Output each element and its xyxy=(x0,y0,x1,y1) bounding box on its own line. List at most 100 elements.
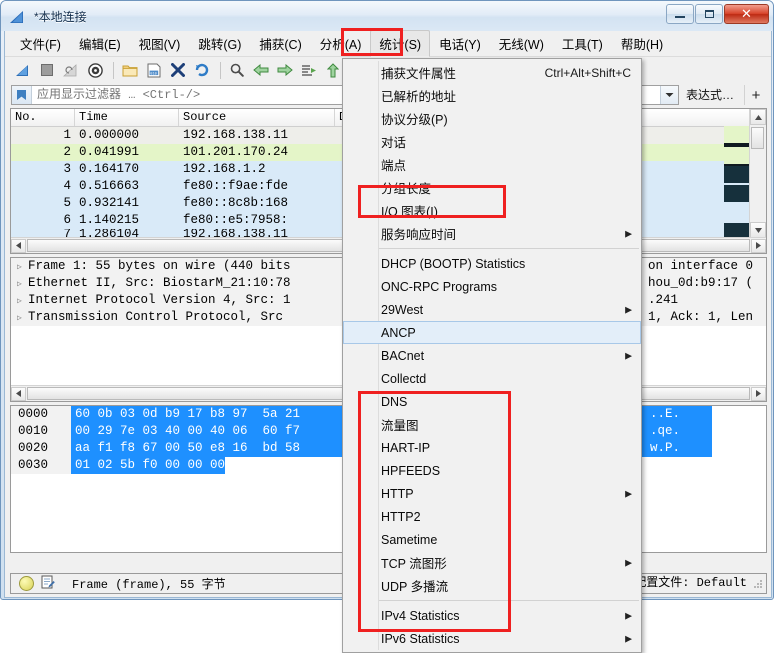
cell-time: 0.932141 xyxy=(75,195,179,212)
window-controls: ✕ xyxy=(665,4,769,24)
resize-grip-icon[interactable] xyxy=(751,577,764,590)
column-header-no[interactable]: No. xyxy=(11,109,75,126)
menu-item-13[interactable]: Collectd xyxy=(343,367,641,390)
minimize-button[interactable] xyxy=(666,4,694,24)
menu-separator xyxy=(379,248,639,249)
capture-file-comment-icon[interactable] xyxy=(41,575,55,592)
restart-capture-icon[interactable] xyxy=(60,59,82,81)
scroll-down-arrow-icon[interactable] xyxy=(750,222,766,238)
capture-options-icon[interactable] xyxy=(84,59,106,81)
menu-go[interactable]: 跳转(G) xyxy=(189,30,250,57)
submenu-arrow-icon: ▶ xyxy=(625,304,632,315)
start-capture-shark-fin-icon[interactable] xyxy=(12,59,34,81)
menu-item-15[interactable]: 流量图 xyxy=(343,413,641,436)
statistics-dropdown-menu[interactable]: 捕获文件属性Ctrl+Alt+Shift+C已解析的地址协议分级(P)对话端点分… xyxy=(342,58,642,653)
menu-item-10[interactable]: 29West▶ xyxy=(343,298,641,321)
cell-no: 3 xyxy=(11,161,75,178)
chevron-down-icon[interactable] xyxy=(660,86,678,104)
menu-item-label: HART-IP xyxy=(381,441,430,455)
menu-item-7[interactable]: 服务响应时间▶ xyxy=(343,222,641,245)
triangle-right-icon[interactable]: ▷ xyxy=(17,276,28,293)
menu-item-22[interactable]: UDP 多播流 xyxy=(343,574,641,597)
maximize-button[interactable] xyxy=(695,4,723,24)
column-header-time[interactable]: Time xyxy=(75,109,179,126)
menu-item-label: HTTP2 xyxy=(381,510,421,524)
scroll-up-arrow-icon[interactable] xyxy=(750,109,766,125)
menu-item-0[interactable]: 捕获文件属性Ctrl+Alt+Shift+C xyxy=(343,61,641,84)
menu-item-14[interactable]: DNS xyxy=(343,390,641,413)
menu-view[interactable]: 视图(V) xyxy=(130,30,190,57)
filter-bookmark-icon[interactable] xyxy=(12,86,32,104)
menu-item-6[interactable]: I/O 图表(I) xyxy=(343,199,641,222)
scrollbar-thumb[interactable] xyxy=(751,127,764,149)
cell-time: 0.516663 xyxy=(75,178,179,195)
packet-list-vertical-scrollbar[interactable] xyxy=(749,109,766,238)
cell-source: 192.168.138.11 xyxy=(179,127,335,144)
maximize-icon xyxy=(705,10,714,18)
find-packet-magnifier-icon[interactable] xyxy=(226,59,248,81)
save-file-icon[interactable]: 010 xyxy=(143,59,165,81)
scroll-left-arrow-icon[interactable] xyxy=(11,239,26,253)
menu-item-label: I/O 图表(I) xyxy=(381,201,438,220)
submenu-arrow-icon: ▶ xyxy=(625,350,632,361)
menu-telephony[interactable]: 电话(Y) xyxy=(430,30,490,57)
menu-item-2[interactable]: 协议分级(P) xyxy=(343,107,641,130)
triangle-right-icon[interactable]: ▷ xyxy=(17,259,28,276)
menu-statistics[interactable]: 统计(S) xyxy=(370,30,430,57)
open-file-folder-icon[interactable] xyxy=(119,59,141,81)
menu-item-3[interactable]: 对话 xyxy=(343,130,641,153)
menu-item-23[interactable]: IPv4 Statistics▶ xyxy=(343,604,641,627)
menu-item-9[interactable]: ONC-RPC Programs xyxy=(343,275,641,298)
go-to-packet-icon[interactable] xyxy=(298,59,320,81)
menu-edit[interactable]: 编辑(E) xyxy=(70,30,130,57)
menu-item-20[interactable]: Sametime xyxy=(343,528,641,551)
go-first-packet-icon[interactable] xyxy=(322,59,344,81)
menu-bar: 文件(F) 编辑(E) 视图(V) 跳转(G) 捕获(C) 分析(A) 统计(S… xyxy=(5,31,771,57)
menu-wireless[interactable]: 无线(W) xyxy=(490,30,553,57)
cell-time: 0.164170 xyxy=(75,161,179,178)
menu-item-18[interactable]: HTTP▶ xyxy=(343,482,641,505)
profile-label[interactable]: 配置文件: Default xyxy=(625,574,751,593)
detail-text: Ethernet II, Src: BiostarM_21:10:78 xyxy=(28,276,291,290)
go-back-arrow-icon[interactable] xyxy=(250,59,272,81)
triangle-right-icon[interactable]: ▷ xyxy=(17,293,28,310)
cell-no: 5 xyxy=(11,195,75,212)
menu-help[interactable]: 帮助(H) xyxy=(612,30,672,57)
scroll-left-arrow-icon[interactable] xyxy=(11,387,26,401)
filter-add-button[interactable]: + xyxy=(744,85,767,105)
triangle-right-icon[interactable]: ▷ xyxy=(17,310,28,327)
menu-tools[interactable]: 工具(T) xyxy=(553,30,612,57)
menu-item-4[interactable]: 端点 xyxy=(343,153,641,176)
cell-no: 2 xyxy=(11,144,75,161)
column-header-source[interactable]: Source xyxy=(179,109,335,126)
svg-text:010: 010 xyxy=(150,72,156,76)
menu-analyze[interactable]: 分析(A) xyxy=(311,30,371,57)
menu-item-label: DHCP (BOOTP) Statistics xyxy=(381,257,525,271)
scroll-right-arrow-icon[interactable] xyxy=(751,387,766,401)
close-file-icon[interactable] xyxy=(167,59,189,81)
filter-expression-button[interactable]: 表达式… xyxy=(679,85,741,105)
menu-item-8[interactable]: DHCP (BOOTP) Statistics xyxy=(343,252,641,275)
go-forward-arrow-icon[interactable] xyxy=(274,59,296,81)
reload-file-icon[interactable] xyxy=(191,59,213,81)
hex-ascii: w.P. xyxy=(650,440,712,457)
menu-item-label: ANCP xyxy=(381,326,416,340)
menu-file[interactable]: 文件(F) xyxy=(11,30,70,57)
menu-capture[interactable]: 捕获(C) xyxy=(250,30,310,57)
menu-item-19[interactable]: HTTP2 xyxy=(343,505,641,528)
menu-item-16[interactable]: HART-IP xyxy=(343,436,641,459)
menu-item-1[interactable]: 已解析的地址 xyxy=(343,84,641,107)
menu-item-11[interactable]: ANCP xyxy=(343,321,641,344)
menu-item-label: HPFEEDS xyxy=(381,464,440,478)
menu-item-label: 流量图 xyxy=(381,415,419,434)
menu-item-5[interactable]: 分组长度 xyxy=(343,176,641,199)
menu-item-17[interactable]: HPFEEDS xyxy=(343,459,641,482)
expert-info-bulb-icon[interactable] xyxy=(19,576,34,591)
menu-item-21[interactable]: TCP 流图形▶ xyxy=(343,551,641,574)
scroll-right-arrow-icon[interactable] xyxy=(751,239,766,253)
close-button[interactable]: ✕ xyxy=(724,4,769,24)
menu-item-24[interactable]: IPv6 Statistics▶ xyxy=(343,627,641,650)
stop-capture-icon[interactable] xyxy=(36,59,58,81)
menu-item-12[interactable]: BACnet▶ xyxy=(343,344,641,367)
minimize-icon xyxy=(675,16,685,18)
